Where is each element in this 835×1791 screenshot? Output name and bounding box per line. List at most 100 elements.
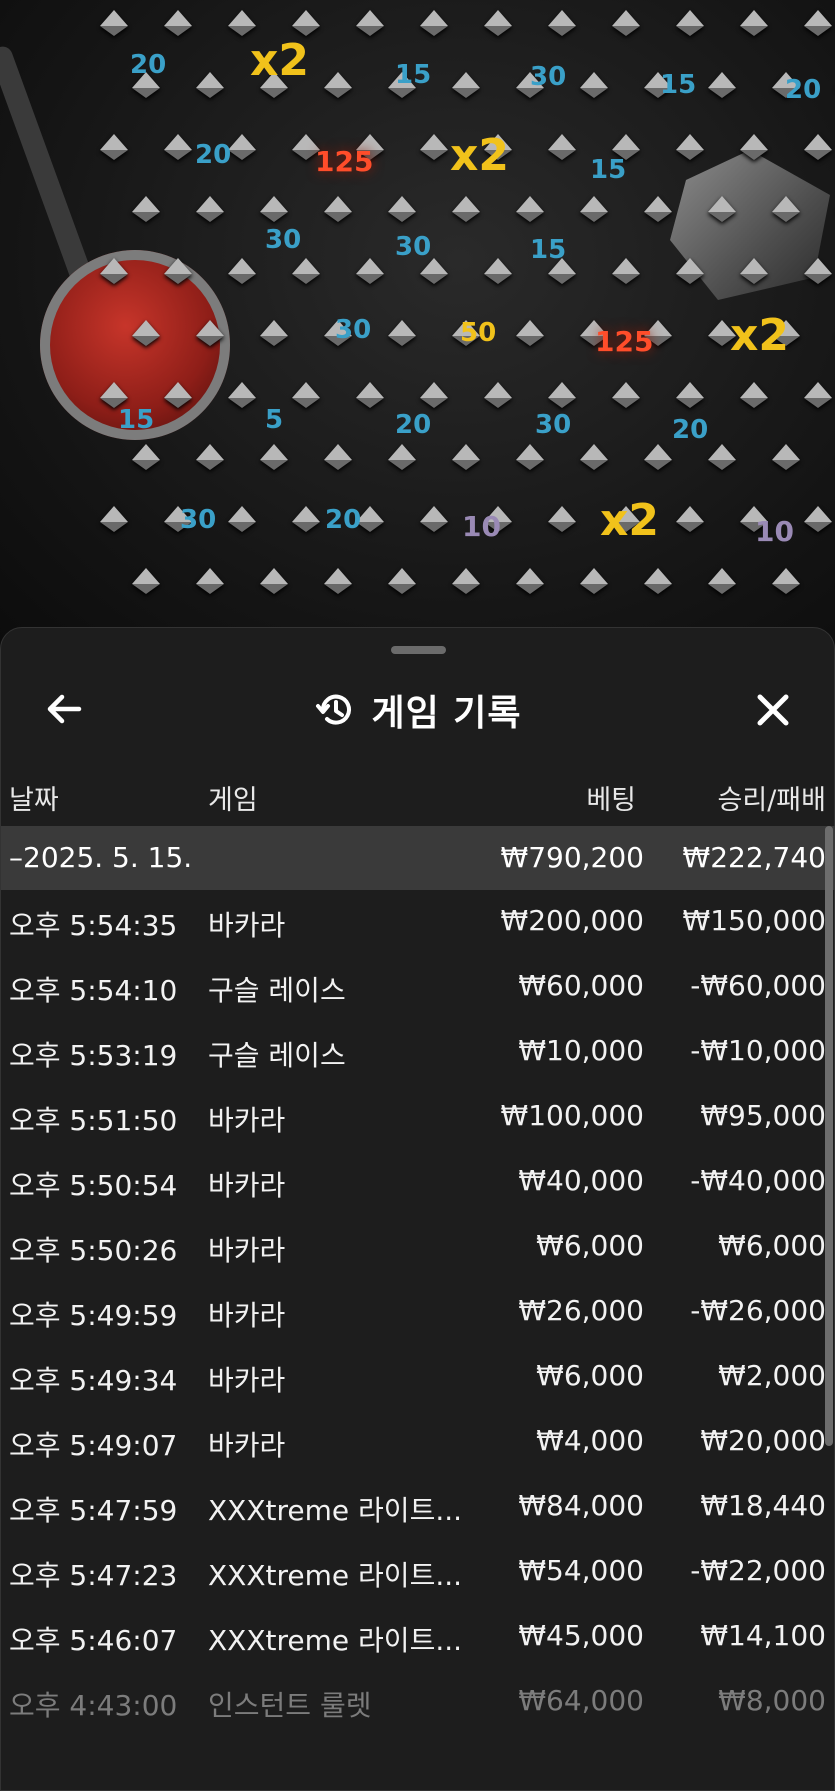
peg bbox=[100, 506, 128, 532]
board-value-cell: 5 bbox=[265, 405, 284, 435]
table-row[interactable]: 오후 5:54:10 구슬 레이스 ₩60,000 -₩60,000 bbox=[1, 955, 835, 1019]
table-row[interactable]: 오후 5:50:54 바카라 ₩40,000 -₩40,000 bbox=[1, 1150, 835, 1214]
row-game: 바카라 bbox=[208, 1299, 286, 1332]
column-game[interactable]: 게임 bbox=[208, 778, 258, 817]
game-video-background: 20 x2 15 30 15 20 20 125 x2 15 30 30 15 30 50 125 x2 15 5 2… bbox=[0, 0, 835, 650]
peg bbox=[260, 196, 288, 222]
peg bbox=[228, 134, 256, 160]
peg bbox=[548, 134, 576, 160]
row-bet: ₩100,000 bbox=[500, 1099, 644, 1132]
row-time: 오후 5:49:59 bbox=[9, 1299, 178, 1332]
row-time: 오후 5:47:23 bbox=[9, 1559, 178, 1592]
row-bet: ₩10,000 bbox=[518, 1034, 644, 1067]
board-value-cell: 125 bbox=[595, 325, 654, 358]
row-game: 구슬 레이스 bbox=[208, 1039, 346, 1072]
row-result: ₩20,000 bbox=[700, 1424, 826, 1457]
table-row[interactable]: 오후 5:47:59 XXXtreme 라이트... ₩84,000 ₩18,440 bbox=[1, 1475, 835, 1539]
peg bbox=[740, 10, 768, 36]
row-game: 구슬 레이스 bbox=[208, 974, 346, 1007]
table-row[interactable]: 오후 5:54:35 바카라 ₩200,000 ₩150,000 bbox=[1, 890, 835, 954]
row-time: 오후 5:47:59 bbox=[9, 1494, 178, 1527]
scrollbar[interactable] bbox=[825, 826, 833, 1446]
row-game: 바카라 bbox=[208, 1234, 286, 1267]
column-result[interactable]: 승리/패배 bbox=[718, 778, 826, 817]
peg bbox=[516, 196, 544, 222]
peg bbox=[420, 134, 448, 160]
row-game: 바카라 bbox=[208, 1364, 286, 1397]
close-button[interactable] bbox=[751, 688, 795, 732]
table-row[interactable]: 오후 5:47:23 XXXtreme 라이트... ₩54,000 -₩22,000 bbox=[1, 1540, 835, 1604]
table-row[interactable]: 오후 5:53:19 구슬 레이스 ₩10,000 -₩10,000 bbox=[1, 1020, 835, 1084]
peg bbox=[228, 258, 256, 284]
peg bbox=[548, 10, 576, 36]
peg bbox=[484, 258, 512, 284]
board-value-cell: x2 bbox=[250, 35, 309, 86]
peg bbox=[324, 72, 352, 98]
peg bbox=[580, 72, 608, 98]
drag-handle[interactable] bbox=[391, 646, 446, 654]
row-game: 바카라 bbox=[208, 909, 286, 942]
row-result: ₩150,000 bbox=[682, 904, 826, 937]
row-result: ₩18,440 bbox=[700, 1489, 826, 1522]
table-row[interactable]: 오후 5:49:59 바카라 ₩26,000 -₩26,000 bbox=[1, 1280, 835, 1344]
peg bbox=[708, 568, 736, 594]
peg bbox=[644, 444, 672, 470]
column-date[interactable]: 날짜 bbox=[9, 778, 59, 817]
peg bbox=[420, 506, 448, 532]
date-group-row[interactable]: –2025. 5. 15. ₩790,200 ₩222,740 bbox=[1, 826, 835, 890]
peg bbox=[804, 258, 832, 284]
peg bbox=[196, 320, 224, 346]
peg bbox=[164, 258, 192, 284]
row-time: 오후 5:46:07 bbox=[9, 1624, 178, 1657]
row-game: XXXtreme 라이트... bbox=[208, 1494, 463, 1527]
peg bbox=[100, 10, 128, 36]
row-game: 바카라 bbox=[208, 1169, 286, 1202]
row-bet: ₩84,000 bbox=[518, 1489, 644, 1522]
peg bbox=[292, 258, 320, 284]
table-row[interactable]: 오후 5:49:07 바카라 ₩4,000 ₩20,000 bbox=[1, 1410, 835, 1474]
peg bbox=[612, 134, 640, 160]
table-row[interactable]: 오후 5:50:26 바카라 ₩6,000 ₩6,000 bbox=[1, 1215, 835, 1279]
row-time: 오후 5:54:10 bbox=[9, 974, 178, 1007]
launcher-arm bbox=[0, 43, 95, 287]
row-result: -₩60,000 bbox=[690, 969, 826, 1002]
peg bbox=[388, 444, 416, 470]
peg bbox=[612, 258, 640, 284]
peg bbox=[676, 382, 704, 408]
row-result: ₩95,000 bbox=[700, 1099, 826, 1132]
table-row[interactable]: 오후 4:43:00 인스턴트 룰렛 ₩64,000 ₩8,000 bbox=[1, 1670, 835, 1734]
peg bbox=[740, 382, 768, 408]
board-value-cell: 30 bbox=[265, 225, 302, 255]
peg bbox=[260, 320, 288, 346]
peg bbox=[196, 196, 224, 222]
peg bbox=[196, 444, 224, 470]
table-row[interactable]: 오후 5:49:34 바카라 ₩6,000 ₩2,000 bbox=[1, 1345, 835, 1409]
peg bbox=[484, 10, 512, 36]
row-result: ₩14,100 bbox=[700, 1619, 826, 1652]
row-bet: ₩40,000 bbox=[518, 1164, 644, 1197]
table-row[interactable]: 오후 5:46:07 XXXtreme 라이트... ₩45,000 ₩14,100 bbox=[1, 1605, 835, 1669]
table-row[interactable]: 오후 5:51:50 바카라 ₩100,000 ₩95,000 bbox=[1, 1085, 835, 1149]
peg bbox=[740, 134, 768, 160]
peg bbox=[676, 10, 704, 36]
peg bbox=[676, 134, 704, 160]
peg bbox=[292, 506, 320, 532]
peg bbox=[804, 382, 832, 408]
peg bbox=[100, 258, 128, 284]
peg bbox=[292, 10, 320, 36]
row-game: 바카라 bbox=[208, 1429, 286, 1462]
peg bbox=[772, 196, 800, 222]
peg bbox=[516, 568, 544, 594]
peg bbox=[388, 196, 416, 222]
row-game: 바카라 bbox=[208, 1104, 286, 1137]
column-bet[interactable]: 베팅 bbox=[586, 778, 636, 817]
row-time: 오후 5:49:07 bbox=[9, 1429, 178, 1462]
peg bbox=[612, 382, 640, 408]
row-bet: ₩45,000 bbox=[518, 1619, 644, 1652]
peg bbox=[324, 568, 352, 594]
peg bbox=[484, 382, 512, 408]
row-bet: ₩54,000 bbox=[518, 1554, 644, 1587]
row-result: -₩40,000 bbox=[690, 1164, 826, 1197]
peg bbox=[164, 382, 192, 408]
peg bbox=[580, 568, 608, 594]
